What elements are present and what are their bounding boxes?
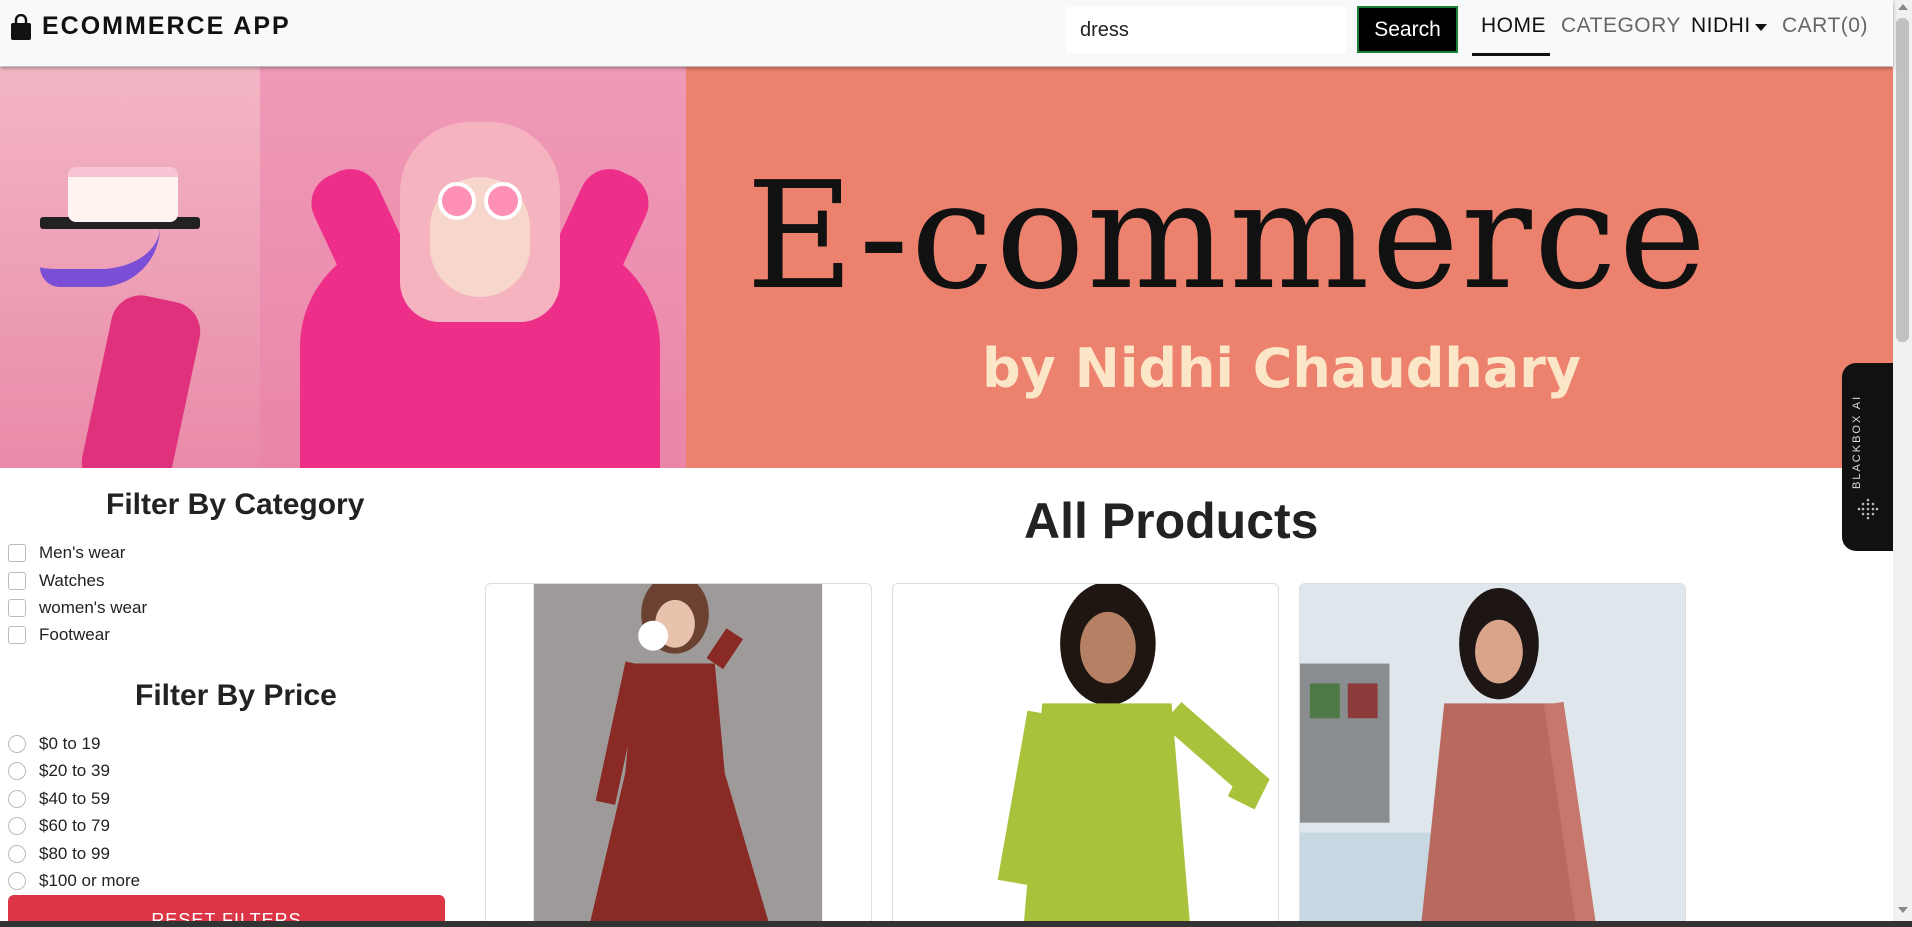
caret-down-icon (1754, 23, 1767, 31)
banner-subtitle: by Nidhi Chaudhary (982, 337, 1582, 400)
filter-category-label: women's wear (39, 598, 148, 617)
search-input[interactable] (1066, 7, 1346, 53)
filter-category-watches[interactable]: Watches (8, 571, 105, 591)
blackbox-ai-widget[interactable]: BLACKBOX AI (1842, 363, 1893, 551)
product-image (533, 584, 871, 927)
product-card[interactable] (892, 583, 1279, 927)
filter-category-footwear[interactable]: Footwear (8, 625, 110, 645)
window-bottom-edge (0, 921, 1912, 927)
nav-cart[interactable]: CART(0) (1782, 14, 1868, 38)
filter-price-label: $80 to 99 (39, 844, 110, 863)
radio[interactable] (8, 790, 26, 808)
filter-price-40-59[interactable]: $40 to 59 (8, 789, 110, 809)
filter-price-80-99[interactable]: $80 to 99 (8, 844, 110, 864)
radio[interactable] (8, 872, 26, 890)
banner-photo-leg (76, 289, 206, 468)
brand-name: ECOMMERCE APP (42, 12, 291, 40)
banner-photo-cake-shape (68, 167, 178, 222)
product-card[interactable] (485, 583, 872, 927)
nav-user-dropdown[interactable]: NIDHI (1691, 14, 1767, 38)
checkbox[interactable] (8, 572, 26, 590)
scroll-thumb[interactable] (1896, 18, 1909, 342)
scroll-up-arrow-icon[interactable] (1898, 4, 1908, 10)
hero-banner: E-commerce by Nidhi Chaudhary (0, 67, 1893, 468)
filter-category-label: Men's wear (39, 543, 126, 562)
filter-price-100-more[interactable]: $100 or more (8, 871, 140, 891)
filter-category-mens-wear[interactable]: Men's wear (8, 543, 125, 563)
filter-category-title: Filter By Category (106, 488, 365, 521)
filter-price-label: $60 to 79 (39, 816, 110, 835)
filter-price-label: $100 or more (39, 871, 141, 890)
checkbox[interactable] (8, 626, 26, 644)
blackbox-ai-label: BLACKBOX AI (1851, 394, 1863, 489)
radio[interactable] (8, 845, 26, 863)
filter-price-title: Filter By Price (135, 679, 337, 712)
scroll-down-arrow-icon[interactable] (1898, 907, 1908, 913)
banner-photo-cake (0, 67, 260, 468)
banner-photo-donut-left (438, 182, 476, 220)
radio[interactable] (8, 817, 26, 835)
banner-photo-woman (260, 67, 686, 468)
search-button[interactable]: Search (1357, 6, 1458, 53)
filter-price-label: $40 to 59 (39, 789, 110, 808)
nav-user-label: NIDHI (1691, 14, 1751, 37)
filter-category-label: Watches (39, 571, 105, 590)
filter-price-label: $20 to 39 (39, 761, 110, 780)
shopping-bag-icon (11, 13, 31, 40)
product-card[interactable] (1299, 583, 1686, 927)
scrollbar[interactable] (1893, 0, 1912, 927)
filter-price-60-79[interactable]: $60 to 79 (8, 816, 110, 836)
filter-price-label: $0 to 19 (39, 734, 101, 753)
checkbox[interactable] (8, 599, 26, 617)
blackbox-logo-icon (1857, 498, 1879, 520)
banner-title: E-commerce (746, 150, 1709, 322)
products-title: All Products (1024, 493, 1319, 549)
product-image (893, 584, 1278, 927)
filter-category-womens-wear[interactable]: women's wear (8, 598, 147, 618)
active-nav-indicator (1472, 53, 1550, 56)
radio[interactable] (8, 735, 26, 753)
nav-home[interactable]: HOME (1481, 14, 1546, 38)
brand[interactable]: ECOMMERCE APP (10, 12, 291, 41)
filter-price-20-39[interactable]: $20 to 39 (8, 761, 110, 781)
banner-photo-donut-right (484, 182, 522, 220)
navbar: ECOMMERCE APP Search HOME CATEGORY NIDHI… (0, 0, 1893, 66)
nav-category[interactable]: CATEGORY (1561, 14, 1681, 38)
checkbox[interactable] (8, 544, 26, 562)
filter-price-0-19[interactable]: $0 to 19 (8, 734, 100, 754)
radio[interactable] (8, 762, 26, 780)
filter-category-label: Footwear (39, 625, 110, 644)
product-image (1300, 584, 1685, 927)
